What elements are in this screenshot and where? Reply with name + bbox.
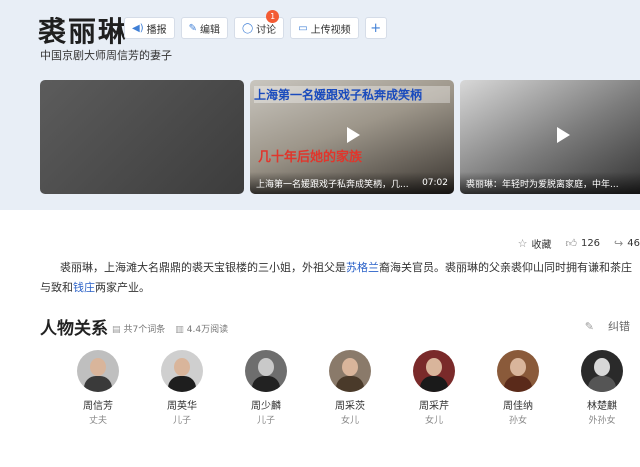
avatar [329, 350, 371, 392]
star-icon: ☆ [517, 237, 528, 250]
person-name: 周佳纳 [503, 401, 533, 412]
entry-count-text: 共7个词条 [123, 325, 166, 335]
relations-meta: ▤ 共7个词条 ▥ 4.4万阅读 [112, 322, 228, 335]
action-bar: ◀) 播报 ✎ 编辑 ◯ 讨论 1 ▭ 上传视频 + [124, 10, 387, 39]
play-icon[interactable] [548, 121, 576, 149]
person-name: 周信芳 [83, 401, 113, 412]
summary-text: 两家产业。 [95, 281, 150, 294]
lemma-toolbar: ☆ 收藏 👍︎ 126 ↪ 46 [518, 236, 640, 251]
lemma-summary: 裘丽琳，上海滩大名鼎鼎的裘天宝银楼的三小姐，外祖父是苏格兰裔海关官员。裘丽琳的父… [40, 258, 632, 298]
edit-button[interactable]: ✎ 编辑 [180, 17, 228, 39]
video-duration: 07:02 [422, 178, 448, 188]
person-relation: 儿子 [256, 416, 275, 426]
play-icon[interactable] [338, 121, 366, 149]
person-card[interactable]: 周少麟 儿子 [224, 350, 308, 426]
broadcast-label: 播报 [146, 24, 167, 36]
person-card[interactable]: 周信芳 丈夫 [56, 350, 140, 426]
page-title: 裘丽琳 [38, 15, 129, 48]
person-relation: 女儿 [340, 416, 359, 426]
lemma-header: 裘丽琳 ◀) 播报 ✎ 编辑 ◯ 讨论 1 ▭ 上传视频 + 中国京剧大师周信芳… [0, 0, 640, 210]
favorite-button[interactable]: ☆ 收藏 [518, 236, 552, 251]
video-strip: 上海第一名媛跟戏子私奔成笑柄 几十年后她的家族 上海第一名媛跟戏子私奔成笑柄，几… [40, 80, 640, 194]
upload-video-label: 上传视频 [310, 24, 351, 36]
avatar [161, 350, 203, 392]
person-relation: 女儿 [424, 416, 443, 426]
document-icon: ▤ [112, 325, 121, 335]
summary-text: 裘丽琳，上海滩大名鼎鼎的裘天宝银楼的三小姐，外祖父是 [60, 261, 346, 274]
person-name: 周英华 [167, 401, 197, 412]
person-card[interactable]: 周采芹 女儿 [392, 350, 476, 426]
notification-badge: 1 [266, 10, 280, 23]
video-caption-bar: 上海第一名媛跟戏子私奔成笑柄，几... 07:02 [250, 172, 454, 194]
video-overlay-subtitle: 几十年后她的家族 [258, 150, 363, 165]
view-count: ▥ 4.4万阅读 [175, 322, 228, 335]
avatar [413, 350, 455, 392]
person-card[interactable]: 林楚麒 外孙女 [560, 350, 640, 426]
edit-label: 编辑 [199, 24, 220, 36]
view-count-text: 4.4万阅读 [186, 325, 229, 335]
video-caption-bar: 裘丽琳：年轻时为爱脱离家庭，中年... 03 [460, 172, 640, 194]
avatar [497, 350, 539, 392]
book-icon: ▥ [175, 325, 184, 335]
share-count: 46 [627, 238, 640, 249]
pencil-icon: ✎ [188, 22, 197, 34]
share-icon: ↪ [614, 237, 624, 250]
person-relation: 丈夫 [88, 416, 107, 426]
add-button[interactable]: + [364, 17, 387, 39]
person-relation: 孙女 [508, 416, 527, 426]
relations-list: 周信芳 丈夫 周英华 儿子 周少麟 儿子 周采茨 女儿 周采芹 女儿 周佳纳 孙… [56, 350, 640, 426]
comment-icon: ◯ [241, 22, 254, 34]
person-name: 周少麟 [251, 401, 281, 412]
relations-tools: ✎ 纠错 [585, 318, 630, 334]
person-name: 林楚麒 [587, 401, 617, 412]
video-caption: 裘丽琳：年轻时为爱脱离家庭，中年... [466, 179, 619, 190]
correct-button[interactable]: 纠错 [608, 318, 630, 334]
entry-count: ▤ 共7个词条 [112, 322, 165, 335]
person-card[interactable]: 周英华 儿子 [140, 350, 224, 426]
pencil-icon[interactable]: ✎ [585, 320, 594, 333]
speaker-icon: ◀) [132, 22, 144, 34]
person-card[interactable]: 周采茨 女儿 [308, 350, 392, 426]
avatar [77, 350, 119, 392]
person-relation: 儿子 [172, 416, 191, 426]
upload-video-button[interactable]: ▭ 上传视频 [290, 17, 359, 39]
avatar [581, 350, 623, 392]
page-subtitle: 中国京剧大师周信芳的妻子 [40, 49, 172, 62]
video-caption: 上海第一名媛跟戏子私奔成笑柄，几... [256, 179, 409, 190]
like-button[interactable]: 👍︎ 126 [565, 237, 600, 250]
like-count: 126 [580, 238, 601, 249]
broadcast-button[interactable]: ◀) 播报 [124, 17, 175, 39]
person-name: 周采芹 [419, 401, 449, 412]
person-name: 周采茨 [335, 401, 365, 412]
link-scotland[interactable]: 苏格兰 [346, 261, 379, 274]
plus-icon: + [370, 20, 382, 36]
video-icon: ▭ [298, 22, 308, 34]
section-title: 人物关系 [40, 319, 108, 339]
person-relation: 外孙女 [588, 416, 616, 426]
video-overlay-title: 上海第一名媛跟戏子私奔成笑柄 [254, 86, 450, 103]
favorite-label: 收藏 [531, 240, 552, 251]
share-button[interactable]: ↪ 46 [614, 237, 640, 250]
video-card[interactable]: 裘丽琳：年轻时为爱脱离家庭，中年... 03 [460, 80, 640, 194]
discuss-button[interactable]: ◯ 讨论 1 [233, 10, 285, 39]
video-card[interactable]: 上海第一名媛跟戏子私奔成笑柄 几十年后她的家族 上海第一名媛跟戏子私奔成笑柄，几… [250, 80, 454, 194]
avatar [245, 350, 287, 392]
thumbs-up-icon: 👍︎ [565, 237, 577, 250]
video-card[interactable] [40, 80, 244, 194]
link-qianzhuang[interactable]: 钱庄 [73, 281, 95, 294]
person-card[interactable]: 周佳纳 孙女 [476, 350, 560, 426]
